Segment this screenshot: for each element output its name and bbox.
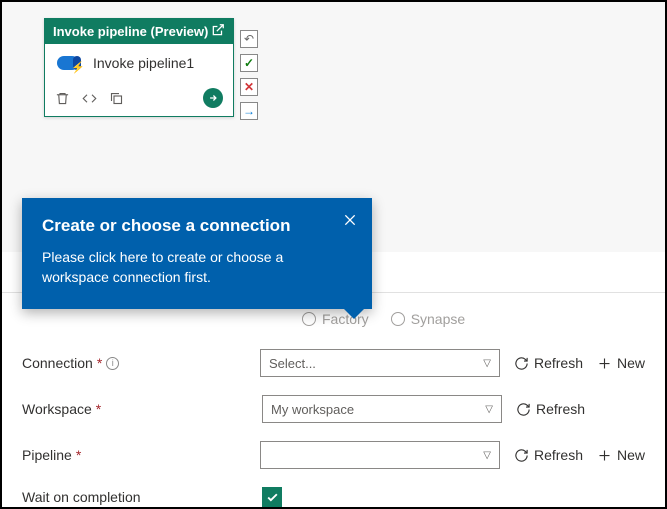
- activity-toolbar: [45, 82, 233, 116]
- required-marker: *: [97, 355, 102, 371]
- connection-tooltip: Create or choose a connection Please cli…: [22, 198, 372, 309]
- refresh-button[interactable]: Refresh: [514, 355, 583, 371]
- info-icon[interactable]: i: [106, 357, 119, 370]
- canvas-status-icons: ↶ ✓ ✕ →: [240, 30, 258, 120]
- connection-select[interactable]: Select... ▽: [260, 349, 500, 377]
- row-pipeline: Pipeline * ▽ Refresh New: [22, 441, 645, 469]
- tooltip-body: Please click here to create or choose a …: [42, 248, 352, 287]
- run-icon[interactable]: [203, 88, 223, 108]
- workspace-label: Workspace *: [22, 401, 262, 417]
- error-icon[interactable]: ✕: [240, 78, 258, 96]
- code-icon[interactable]: [82, 91, 97, 106]
- activity-name: Invoke pipeline1: [93, 55, 194, 71]
- radio-synapse[interactable]: Synapse: [391, 311, 465, 327]
- chevron-down-icon: ▽: [483, 358, 491, 369]
- refresh-button[interactable]: Refresh: [516, 401, 585, 417]
- delete-icon[interactable]: [55, 91, 70, 106]
- close-icon[interactable]: [342, 212, 358, 233]
- radio-icon: [302, 312, 316, 326]
- activity-type-label: Invoke pipeline (Preview): [53, 24, 208, 39]
- copy-icon[interactable]: [109, 91, 124, 106]
- pipeline-icon: ⚡: [57, 54, 83, 72]
- row-workspace: Workspace * My workspace ▽ Refresh: [22, 395, 645, 423]
- new-button[interactable]: New: [597, 355, 645, 371]
- connection-label: Connection * i: [22, 355, 260, 371]
- open-external-icon[interactable]: [211, 23, 225, 40]
- tooltip-title: Create or choose a connection: [42, 216, 352, 236]
- refresh-button[interactable]: Refresh: [514, 447, 583, 463]
- activity-body: ⚡ Invoke pipeline1: [45, 44, 233, 82]
- pipeline-label: Pipeline *: [22, 447, 260, 463]
- row-connection: Connection * i Select... ▽ Refresh New: [22, 349, 645, 377]
- skip-icon[interactable]: →: [240, 102, 258, 120]
- new-button[interactable]: New: [597, 447, 645, 463]
- undo-icon[interactable]: ↶: [240, 30, 258, 48]
- workspace-select[interactable]: My workspace ▽: [262, 395, 502, 423]
- required-marker: *: [76, 447, 81, 463]
- chevron-down-icon: ▽: [485, 404, 493, 415]
- select-value: Select...: [269, 356, 316, 371]
- activity-header: Invoke pipeline (Preview): [45, 19, 233, 44]
- radio-label: Synapse: [411, 311, 465, 327]
- radio-icon: [391, 312, 405, 326]
- select-value: My workspace: [271, 402, 354, 417]
- wait-label: Wait on completion: [22, 489, 262, 505]
- settings-panel: Factory Synapse Connection * i Select...…: [2, 292, 665, 507]
- row-wait: Wait on completion: [22, 487, 645, 507]
- activity-card[interactable]: Invoke pipeline (Preview) ⚡ Invoke pipel…: [44, 18, 234, 117]
- pipeline-select[interactable]: ▽: [260, 441, 500, 469]
- success-icon[interactable]: ✓: [240, 54, 258, 72]
- wait-checkbox[interactable]: [262, 487, 282, 507]
- required-marker: *: [96, 401, 101, 417]
- chevron-down-icon: ▽: [483, 450, 491, 461]
